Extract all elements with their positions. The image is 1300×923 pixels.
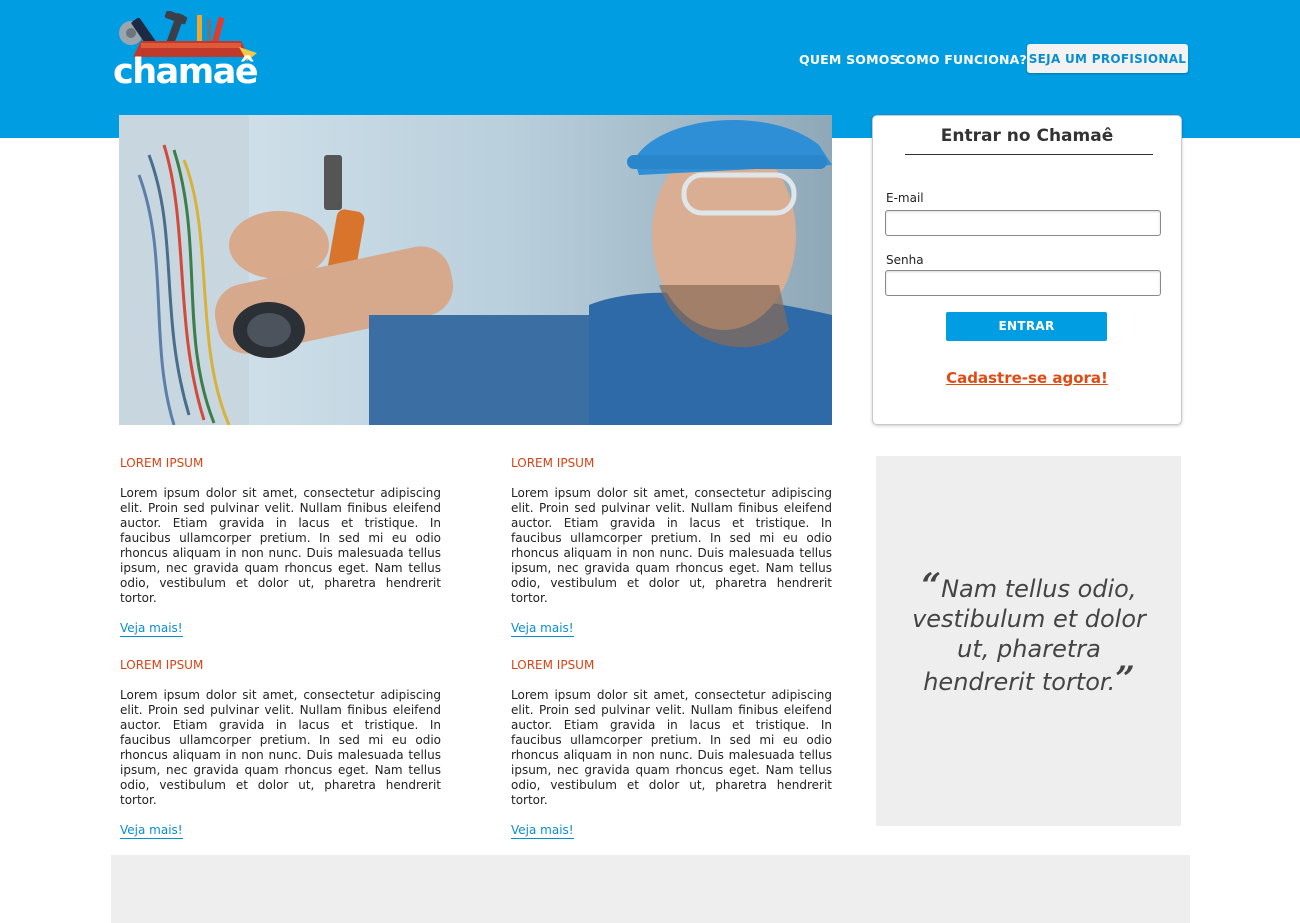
close-quote-icon: ” <box>1115 659 1135 699</box>
senha-label: Senha <box>886 253 924 267</box>
open-quote-icon: “ <box>921 566 942 606</box>
veja-mais-link[interactable]: Veja mais! <box>511 823 574 839</box>
seja-profissional-button[interactable]: SEJA UM PROFISIONAL <box>1027 44 1188 73</box>
article-body: Lorem ipsum dolor sit amet, consectetur … <box>511 486 832 605</box>
article-card: LOREM IPSUM Lorem ipsum dolor sit amet, … <box>511 658 832 839</box>
article-body: Lorem ipsum dolor sit amet, consectetur … <box>120 688 441 807</box>
article-title: LOREM IPSUM <box>120 456 204 470</box>
testimonial-quote: “Nam tellus odio, vestibulum et dolor ut… <box>898 569 1160 699</box>
article-title: LOREM IPSUM <box>120 658 204 672</box>
article-title: LOREM IPSUM <box>511 658 595 672</box>
quote-panel: “Nam tellus odio, vestibulum et dolor ut… <box>876 456 1181 826</box>
veja-mais-link[interactable]: Veja mais! <box>120 823 183 839</box>
nav-como-funciona[interactable]: COMO FUNCIONA? <box>896 52 1027 67</box>
signup-link[interactable]: Cadastre-se agora! <box>873 369 1181 387</box>
login-title: Entrar no Chamaê <box>940 126 1114 146</box>
nav-quem-somos[interactable]: QUEM SOMOS <box>799 52 899 67</box>
article-card: LOREM IPSUM Lorem ipsum dolor sit amet, … <box>511 456 832 637</box>
chamae-logo[interactable]: chamaê <box>111 10 261 92</box>
electrician-photo-icon <box>119 115 832 425</box>
veja-mais-link[interactable]: Veja mais! <box>120 621 183 637</box>
footer-band <box>111 855 1190 923</box>
article-card: LOREM IPSUM Lorem ipsum dolor sit amet, … <box>120 456 441 637</box>
article-title: LOREM IPSUM <box>511 456 595 470</box>
article-body: Lorem ipsum dolor sit amet, consectetur … <box>120 486 441 605</box>
article-card: LOREM IPSUM Lorem ipsum dolor sit amet, … <box>120 658 441 839</box>
quote-text: Nam tellus odio, vestibulum et dolor ut,… <box>912 575 1146 696</box>
email-field[interactable] <box>885 210 1161 236</box>
veja-mais-link[interactable]: Veja mais! <box>511 621 574 637</box>
email-label: E-mail <box>886 191 924 205</box>
article-body: Lorem ipsum dolor sit amet, consectetur … <box>511 688 832 807</box>
login-card: Entrar no Chamaê E-mail Senha ENTRAR Cad… <box>872 115 1182 425</box>
password-field[interactable] <box>885 270 1161 296</box>
logo-wordmark: chamaê <box>113 52 259 92</box>
hero-image <box>119 115 832 425</box>
login-title-divider <box>905 154 1153 155</box>
entrar-button[interactable]: ENTRAR <box>946 312 1107 341</box>
